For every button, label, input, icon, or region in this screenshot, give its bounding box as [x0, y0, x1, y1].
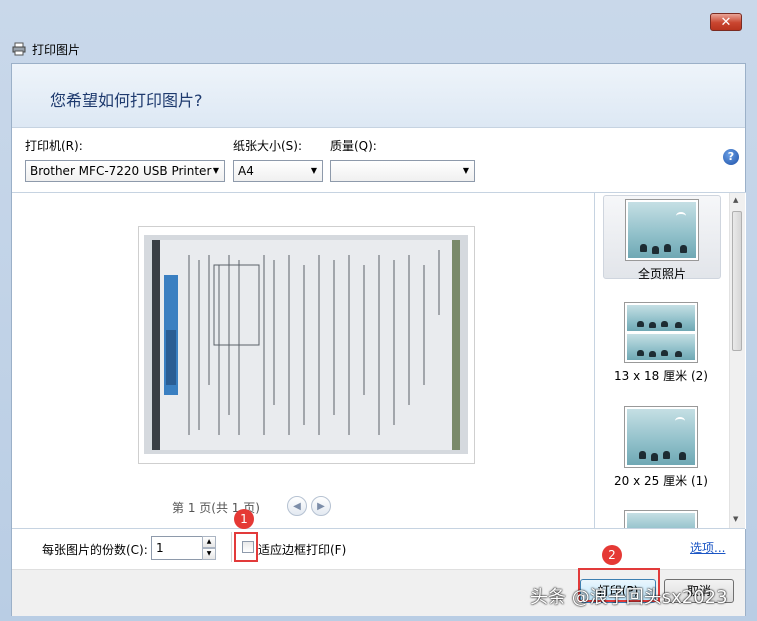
layout-thumbnail [625, 199, 699, 261]
header-question: 您希望如何打印图片? [50, 91, 203, 110]
printer-value: Brother MFC-7220 USB Printer [30, 164, 212, 178]
layout-label: 20 x 25 厘米 (1) [614, 474, 708, 488]
options-link[interactable]: 选项... [690, 539, 725, 556]
layout-scrollbar[interactable]: ▲ ▼ [729, 193, 745, 528]
printer-icon [12, 42, 26, 56]
watermark-text: 头条 @浪子回头sx2023 [530, 587, 728, 608]
chevron-left-icon: ◀ [293, 501, 301, 512]
spin-down-icon[interactable]: ▼ [202, 548, 216, 560]
step-badge-1: 1 [234, 509, 254, 529]
layout-item-partial[interactable] [603, 507, 719, 529]
previous-page-button[interactable]: ◀ [287, 496, 307, 516]
scrollbar-thumb[interactable] [732, 211, 742, 351]
layout-item-full-page[interactable]: 全页照片 [603, 195, 721, 281]
layout-thumbnail [624, 406, 698, 468]
layout-list: 全页照片 13 x 18 厘米 (2) 20 x 25 厘米 (1) [594, 192, 746, 529]
document-photo [144, 235, 468, 454]
paper-size-select[interactable]: A4 ▼ [233, 160, 323, 182]
photo-thumbnail [628, 202, 696, 258]
step-badge-2: 2 [602, 545, 622, 565]
printer-select[interactable]: Brother MFC-7220 USB Printer ▼ [25, 160, 225, 182]
dialog-window: ✕ 打印图片 您希望如何打印图片? 打印机(R): Brother MFC-72… [0, 0, 757, 621]
help-icon[interactable]: ? [723, 149, 739, 165]
layout-label: 全页照片 [637, 267, 686, 281]
chevron-down-icon: ▼ [462, 166, 469, 175]
dialog-header: 您希望如何打印图片? [12, 64, 745, 128]
title-bar: 打印图片 [12, 40, 80, 58]
paper-size-value: A4 [238, 164, 254, 178]
layout-item-20x25[interactable]: 20 x 25 厘米 (1) [603, 403, 719, 488]
chevron-right-icon: ▶ [317, 501, 325, 512]
printer-label: 打印机(R): [25, 139, 83, 153]
photo-thumbnail [627, 334, 695, 360]
window-title: 打印图片 [32, 42, 81, 57]
paper-size-label: 纸张大小(S): [233, 139, 303, 153]
document-photo-graphic [144, 235, 468, 454]
chevron-down-icon: ▼ [310, 166, 317, 175]
dialog-body: 您希望如何打印图片? 打印机(R): Brother MFC-7220 USB … [11, 63, 746, 616]
next-page-button[interactable]: ▶ [311, 496, 331, 516]
spin-up-icon[interactable]: ▲ [202, 536, 216, 548]
layout-thumbnail [624, 302, 698, 363]
photo-preview [138, 226, 475, 464]
preview-pane: 第 1 页(共 1 页) ◀ ▶ [12, 192, 594, 529]
copies-stepper[interactable]: ▲ ▼ [202, 536, 216, 560]
chevron-down-icon: ▼ [212, 166, 219, 175]
close-icon: ✕ [720, 15, 732, 30]
photo-thumbnail [627, 513, 695, 529]
divider [231, 532, 232, 562]
photo-thumbnail [627, 305, 695, 331]
photo-thumbnail [627, 409, 695, 465]
layout-label: 13 x 18 厘米 (2) [614, 369, 708, 383]
close-button[interactable]: ✕ [710, 13, 742, 31]
copies-input[interactable]: 1 [151, 536, 203, 560]
fit-frame-label: 适应边框打印(F) [258, 543, 347, 557]
layout-thumbnail [624, 510, 698, 529]
quality-select[interactable]: ▼ [330, 160, 475, 182]
quality-label: 质量(Q): [330, 139, 377, 153]
highlight-box-1 [234, 532, 258, 562]
copies-label: 每张图片的份数(C): [42, 543, 148, 557]
layout-item-13x18[interactable]: 13 x 18 厘米 (2) [603, 299, 719, 383]
scroll-up-icon[interactable]: ▲ [733, 196, 738, 204]
scroll-down-icon[interactable]: ▼ [733, 515, 738, 523]
